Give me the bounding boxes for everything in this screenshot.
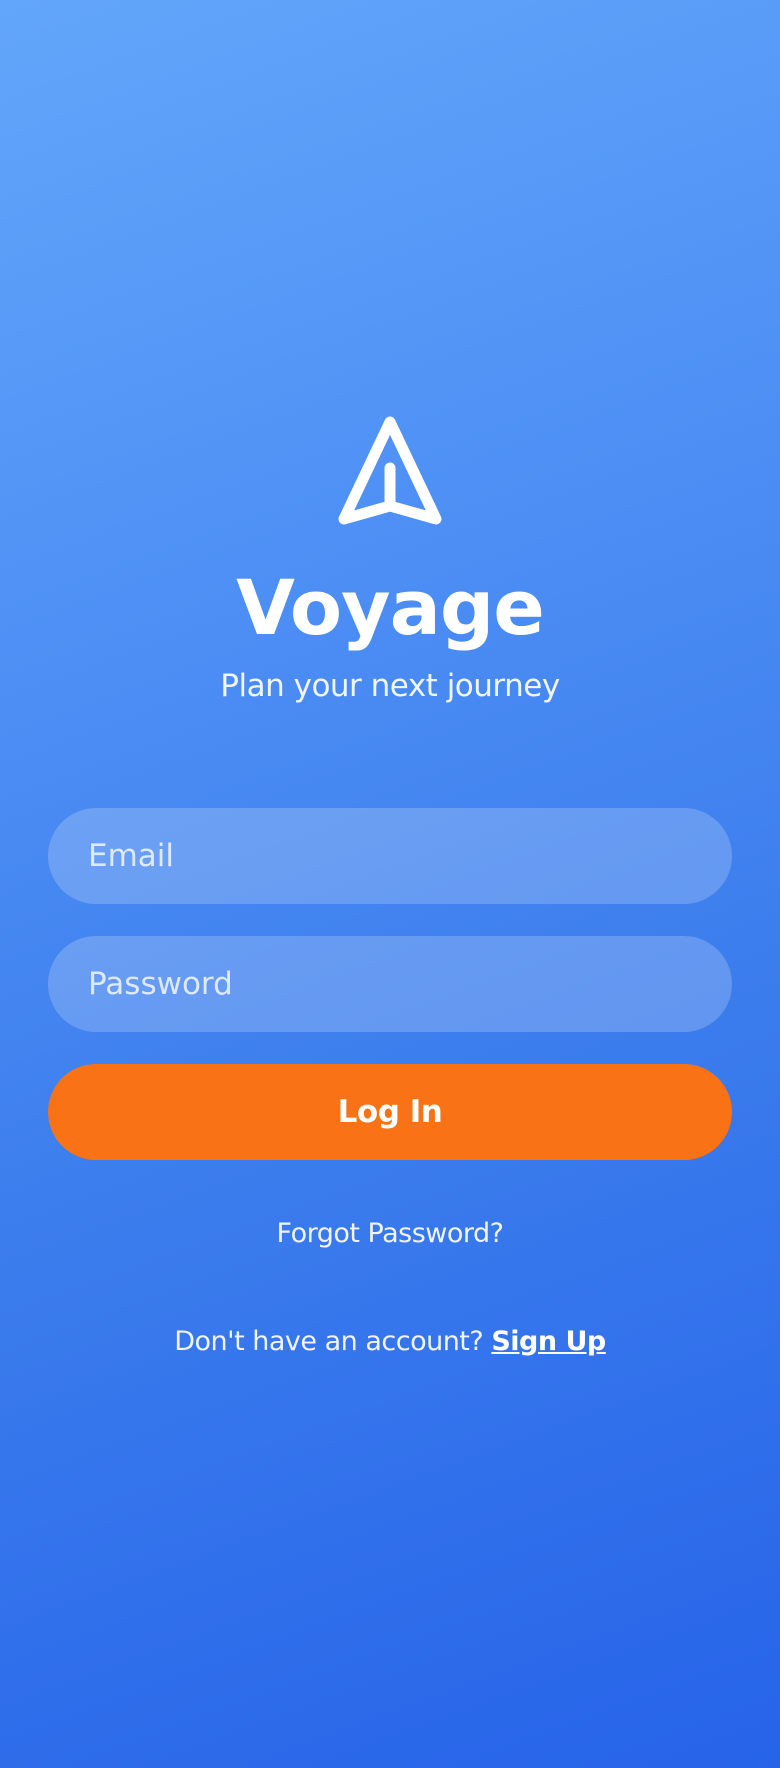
password-field[interactable] [48, 936, 732, 1032]
signup-link[interactable]: Sign Up [491, 1326, 606, 1357]
app-title: Voyage [236, 563, 545, 652]
signup-prompt: Don't have an account? [174, 1326, 484, 1357]
email-field[interactable] [48, 808, 732, 904]
login-button[interactable]: Log In [48, 1064, 732, 1160]
forgot-password-row: Forgot Password? [0, 1214, 780, 1254]
login-screen: Voyage Plan your next journey Log In For… [0, 0, 780, 1768]
signup-row: Don't have an account? Sign Up [0, 1322, 780, 1362]
app-subtitle: Plan your next journey [220, 668, 560, 704]
paper-plane-icon [330, 412, 450, 532]
forgot-password-link[interactable]: Forgot Password? [277, 1218, 504, 1249]
